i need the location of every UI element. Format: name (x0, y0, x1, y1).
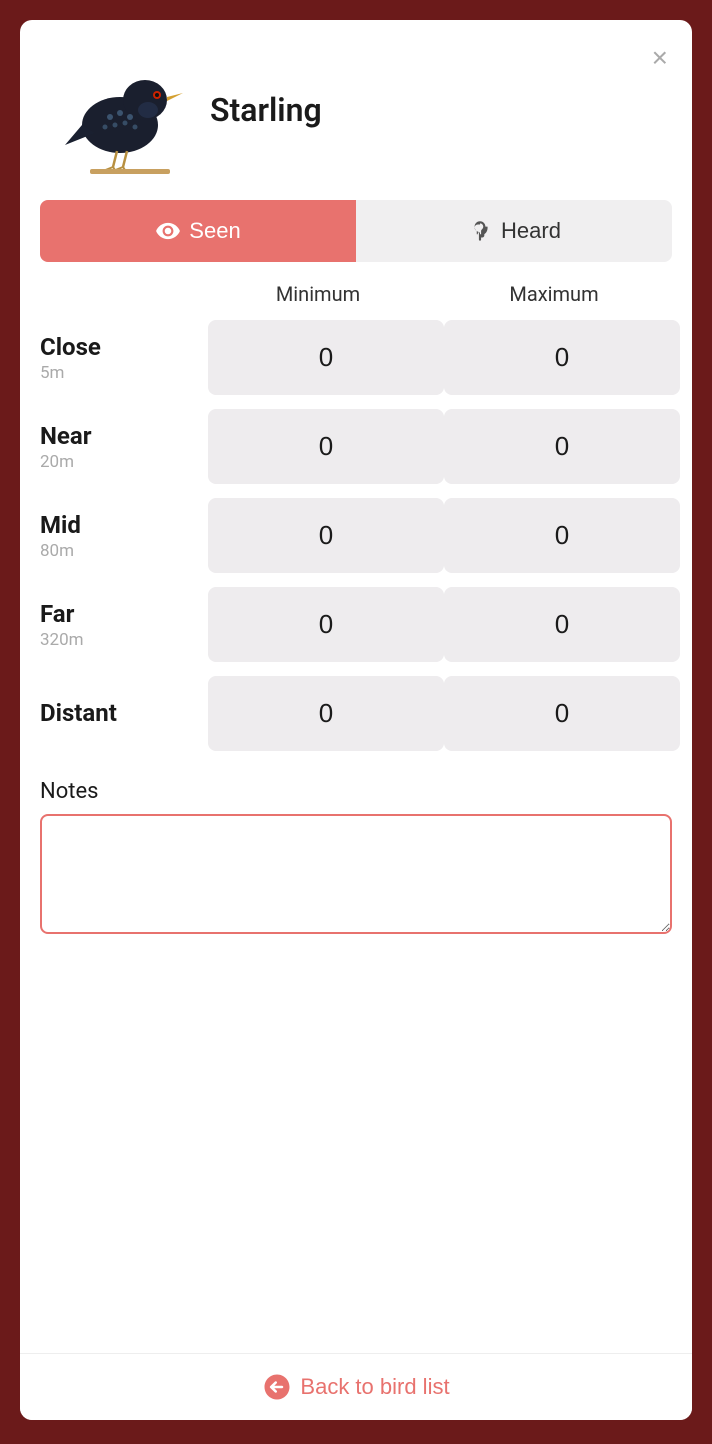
tab-seen[interactable]: Seen (40, 200, 356, 262)
row-far-sublabel: 320m (40, 630, 200, 650)
close-max-input[interactable]: 0 (444, 320, 680, 395)
tab-heard[interactable]: Heard (356, 200, 672, 262)
row-close-label: Close (40, 333, 200, 361)
notes-section: Notes (20, 759, 692, 948)
row-mid-label-block: Mid 80m (40, 511, 200, 561)
row-near-label: Near (40, 422, 200, 450)
distant-max-input[interactable]: 0 (444, 676, 680, 751)
row-far-label-block: Far 320m (40, 600, 200, 650)
row-mid: Mid 80m 0 0 (40, 492, 672, 579)
row-mid-label: Mid (40, 511, 200, 539)
count-grid: Minimum Maximum Close 5m 0 0 Near 20m 0 … (20, 282, 692, 757)
eye-icon (155, 218, 181, 244)
row-far: Far 320m 0 0 (40, 581, 672, 668)
notes-label: Notes (40, 779, 672, 804)
row-distant: Distant 0 0 (40, 670, 672, 757)
near-min-input[interactable]: 0 (208, 409, 444, 484)
back-to-bird-list-button[interactable]: Back to bird list (262, 1372, 449, 1402)
row-far-label: Far (40, 600, 200, 628)
close-button[interactable]: × (648, 40, 672, 76)
bird-name: Starling (210, 91, 322, 129)
col-min-header: Minimum (200, 282, 436, 306)
mid-max-input[interactable]: 0 (444, 498, 680, 573)
grid-header: Minimum Maximum (40, 282, 672, 306)
row-near-sublabel: 20m (40, 452, 200, 472)
col-max-header: Maximum (436, 282, 672, 306)
distant-min-input[interactable]: 0 (208, 676, 444, 751)
far-min-input[interactable]: 0 (208, 587, 444, 662)
row-near: Near 20m 0 0 (40, 403, 672, 490)
modal: Starling × Seen Heard Minimum Maximum (20, 20, 692, 1420)
near-max-input[interactable]: 0 (444, 409, 680, 484)
tab-seen-label: Seen (189, 218, 240, 244)
notes-textarea[interactable] (40, 814, 672, 934)
bird-image (40, 40, 200, 180)
row-distant-label-block: Distant (40, 699, 200, 729)
row-near-label-block: Near 20m (40, 422, 200, 472)
mid-min-input[interactable]: 0 (208, 498, 444, 573)
row-mid-sublabel: 80m (40, 541, 200, 561)
tab-row: Seen Heard (40, 200, 672, 262)
back-bar: Back to bird list (20, 1353, 692, 1420)
row-distant-label: Distant (40, 699, 200, 727)
ear-icon (467, 218, 493, 244)
bird-illustration (45, 45, 195, 175)
modal-header: Starling × (20, 20, 692, 190)
tab-heard-label: Heard (501, 218, 561, 244)
row-close-label-block: Close 5m (40, 333, 200, 383)
row-close: Close 5m 0 0 (40, 314, 672, 401)
close-min-input[interactable]: 0 (208, 320, 444, 395)
row-close-sublabel: 5m (40, 363, 200, 383)
back-arrow-icon (262, 1372, 292, 1402)
back-label: Back to bird list (300, 1374, 449, 1400)
far-max-input[interactable]: 0 (444, 587, 680, 662)
